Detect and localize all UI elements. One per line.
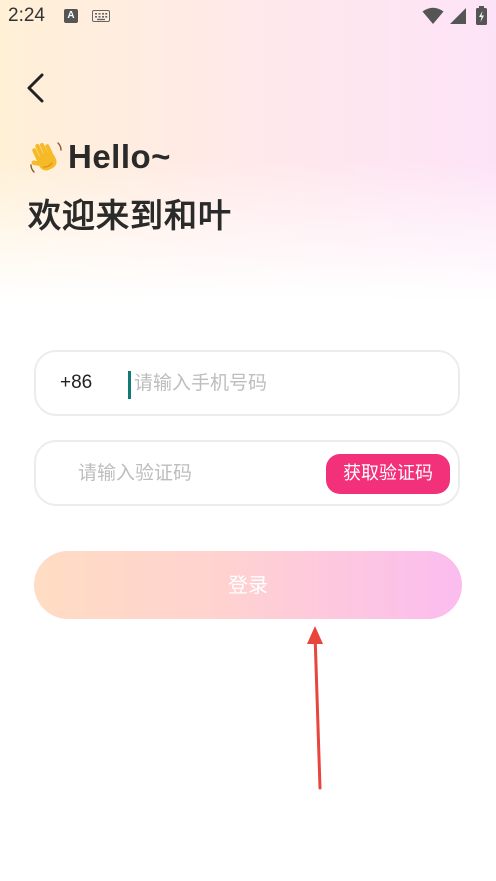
battery-icon [476,6,487,25]
greeting-text: Hello~ [68,138,171,175]
phone-field[interactable]: +86 请输入手机号码 [34,350,460,416]
code-field[interactable]: 请输入验证码 获取验证码 [34,440,460,506]
phone-input[interactable]: 请输入手机号码 [134,352,267,414]
country-code-selector[interactable]: +86 [60,352,92,414]
greeting-heading: Hello~ [28,136,171,178]
get-code-button[interactable]: 获取验证码 [326,454,450,494]
login-button[interactable]: 登录 [34,551,462,619]
text-caret [128,371,131,399]
keyboard-icon [92,10,110,22]
welcome-title: 欢迎来到和叶 [28,196,232,235]
wifi-icon [422,7,444,24]
signal-icon [450,8,466,24]
chevron-left-icon [27,73,44,103]
verification-code-input[interactable]: 请输入验证码 [78,442,192,504]
waving-hand-icon [30,142,62,173]
back-button[interactable] [18,68,58,108]
a-icon: A [64,9,78,23]
annotation-arrow-icon [307,626,323,790]
status-time: 2:24 [8,5,45,26]
status-bar: 2:24 A [0,0,496,34]
